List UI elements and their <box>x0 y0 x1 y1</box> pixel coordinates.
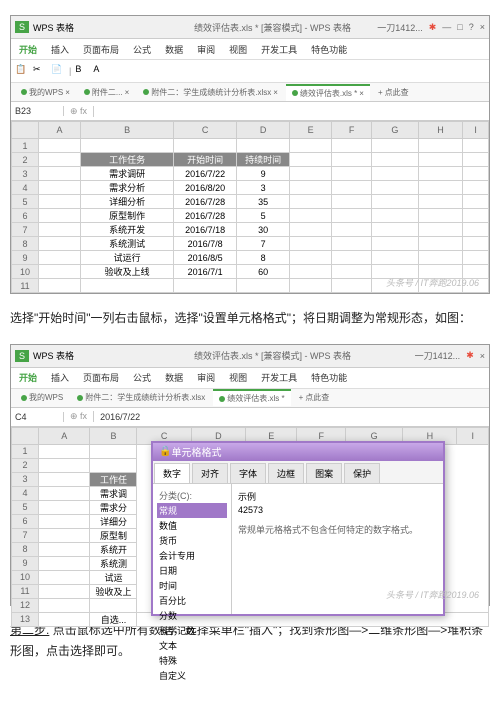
menu-layout[interactable]: 页面布局 <box>83 371 119 384</box>
category-list[interactable]: 分类(C): 常规 数值 货币 会计专用 日期 时间 百分比 分数 科学记数 文… <box>153 484 232 614</box>
cat-text[interactable]: 文本 <box>157 638 227 653</box>
menu-insert[interactable]: 插入 <box>51 43 69 56</box>
cat-special[interactable]: 特殊 <box>157 653 227 668</box>
cat-accounting[interactable]: 会计专用 <box>157 548 227 563</box>
menu-layout[interactable]: 页面布局 <box>83 43 119 56</box>
user-name[interactable]: 一刀1412... <box>377 21 423 34</box>
bold-icon[interactable]: B <box>75 64 89 78</box>
instruction-1: 选择"开始时间"一列右击鼠标，选择"设置单元格格式"；将日期调整为常规形态，如图… <box>10 308 490 330</box>
cell-ref[interactable]: B23 <box>11 106 64 116</box>
tab-active[interactable]: 绩效评估表.xls * <box>213 389 290 406</box>
help-icon[interactable]: ? <box>469 22 474 32</box>
app-logo: S <box>15 21 29 33</box>
formula-bar: B23 ⊕ fx <box>11 102 489 121</box>
star-icon[interactable]: ✱ <box>429 22 437 33</box>
tab-doc2[interactable]: 附件二：学生成绩统计分析表.xlsx <box>71 390 211 405</box>
menu-dev[interactable]: 开发工具 <box>261 371 297 384</box>
menubar: 开始 插入 页面布局 公式 数据 审阅 视图 开发工具 特色功能 <box>11 368 489 389</box>
cat-date[interactable]: 日期 <box>157 563 227 578</box>
star-icon[interactable]: ✱ <box>466 350 474 361</box>
fx-label[interactable]: ⊕ fx <box>64 411 94 422</box>
tab-pattern[interactable]: 图案 <box>306 463 342 483</box>
paste-icon[interactable]: 📋 <box>15 64 29 78</box>
tab-mywps[interactable]: 我的WPS × <box>15 85 76 100</box>
tab-protect[interactable]: 保护 <box>344 463 380 483</box>
app-name: WPS 表格 <box>33 349 74 362</box>
sample-label: 示例 <box>238 490 437 503</box>
menu-dev[interactable]: 开发工具 <box>261 43 297 56</box>
cell-ref[interactable]: C4 <box>11 412 64 422</box>
format-desc: 常规单元格格式不包含任何特定的数字格式。 <box>238 523 437 536</box>
menu-view[interactable]: 视图 <box>229 43 247 56</box>
menu-special[interactable]: 特色功能 <box>311 371 347 384</box>
menubar: 开始 插入 页面布局 公式 数据 审阅 视图 开发工具 特色功能 <box>11 39 489 60</box>
doc-title: 绩效评估表.xls * [兼容模式] - WPS 表格 <box>194 21 351 34</box>
menu-special[interactable]: 特色功能 <box>311 43 347 56</box>
menu-insert[interactable]: 插入 <box>51 371 69 384</box>
close-icon[interactable]: × <box>480 351 485 361</box>
menu-data[interactable]: 数据 <box>165 43 183 56</box>
doc-tabs: 我的WPS × 附件二... × 附件二：学生成绩统计分析表.xlsx × 绩效… <box>11 83 489 102</box>
tab-align[interactable]: 对齐 <box>192 463 228 483</box>
menu-start[interactable]: 开始 <box>19 43 37 56</box>
menu-view[interactable]: 视图 <box>229 371 247 384</box>
cat-percent[interactable]: 百分比 <box>157 593 227 608</box>
tab-border[interactable]: 边框 <box>268 463 304 483</box>
close-icon[interactable]: × <box>480 22 485 32</box>
app-name: WPS 表格 <box>33 21 74 34</box>
app-logo: S <box>15 350 29 362</box>
menu-formula[interactable]: 公式 <box>133 43 151 56</box>
formula-value[interactable]: 2016/7/22 <box>94 412 146 422</box>
cut-icon[interactable]: ✂ <box>33 64 47 78</box>
tab-more[interactable]: + 点此查 <box>372 85 415 100</box>
dialog-tabs: 数字 对齐 字体 边框 图案 保护 <box>153 461 443 484</box>
cat-number[interactable]: 数值 <box>157 518 227 533</box>
copy-icon[interactable]: 📄 <box>51 64 65 78</box>
user-name[interactable]: 一刀1412... <box>415 349 461 362</box>
tab-more[interactable]: + 点此查 <box>293 390 336 405</box>
cat-custom[interactable]: 自定义 <box>157 668 227 683</box>
watermark: 头条号 / IT奔跑2019.06 <box>386 588 479 601</box>
menu-formula[interactable]: 公式 <box>133 371 151 384</box>
cat-general[interactable]: 常规 <box>157 503 227 518</box>
lock-icon: 🔒 <box>159 446 171 457</box>
menu-review[interactable]: 审阅 <box>197 43 215 56</box>
tab-doc2[interactable]: 附件二：学生成绩统计分析表.xlsx × <box>137 85 284 100</box>
doc-title: 绩效评估表.xls * [兼容模式] - WPS 表格 <box>194 349 351 362</box>
cat-scientific[interactable]: 科学记数 <box>157 623 227 638</box>
spreadsheet-grid[interactable]: ABCDEFGHI 1 2工作任务开始时间持续时间 3需求调研2016/7/22… <box>11 121 489 293</box>
minimize-icon[interactable]: — <box>442 22 451 32</box>
formula-bar: C4 ⊕ fx 2016/7/22 <box>11 408 489 427</box>
screenshot-1: S WPS 表格 绩效评估表.xls * [兼容模式] - WPS 表格 一刀1… <box>10 15 490 294</box>
tab-font[interactable]: 字体 <box>230 463 266 483</box>
titlebar: S WPS 表格 绩效评估表.xls * [兼容模式] - WPS 表格 一刀1… <box>11 16 489 39</box>
doc-tabs: 我的WPS 附件二：学生成绩统计分析表.xlsx 绩效评估表.xls * + 点… <box>11 389 489 408</box>
cat-fraction[interactable]: 分数 <box>157 608 227 623</box>
screenshot-2: S WPS 表格 绩效评估表.xls * [兼容模式] - WPS 表格 一刀1… <box>10 344 490 606</box>
tab-active[interactable]: 绩效评估表.xls * × <box>286 84 370 101</box>
titlebar: S WPS 表格 绩效评估表.xls * [兼容模式] - WPS 表格 一刀1… <box>11 345 489 368</box>
sample-value: 42573 <box>238 505 437 515</box>
menu-start[interactable]: 开始 <box>19 371 37 384</box>
watermark: 头条号 / IT奔跑2019.06 <box>386 276 479 289</box>
font-icon[interactable]: A <box>93 64 107 78</box>
fx-label[interactable]: ⊕ fx <box>64 106 94 117</box>
tab-mywps[interactable]: 我的WPS <box>15 390 69 405</box>
maximize-icon[interactable]: □ <box>457 22 462 32</box>
cat-currency[interactable]: 货币 <box>157 533 227 548</box>
menu-review[interactable]: 审阅 <box>197 371 215 384</box>
menu-data[interactable]: 数据 <box>165 371 183 384</box>
dialog-title: 🔒 单元格格式 <box>153 443 443 461</box>
tab-number[interactable]: 数字 <box>154 463 190 483</box>
toolbar: 📋 ✂ 📄 | B A <box>11 60 489 83</box>
tab-doc1[interactable]: 附件二... × <box>78 85 135 100</box>
cat-time[interactable]: 时间 <box>157 578 227 593</box>
